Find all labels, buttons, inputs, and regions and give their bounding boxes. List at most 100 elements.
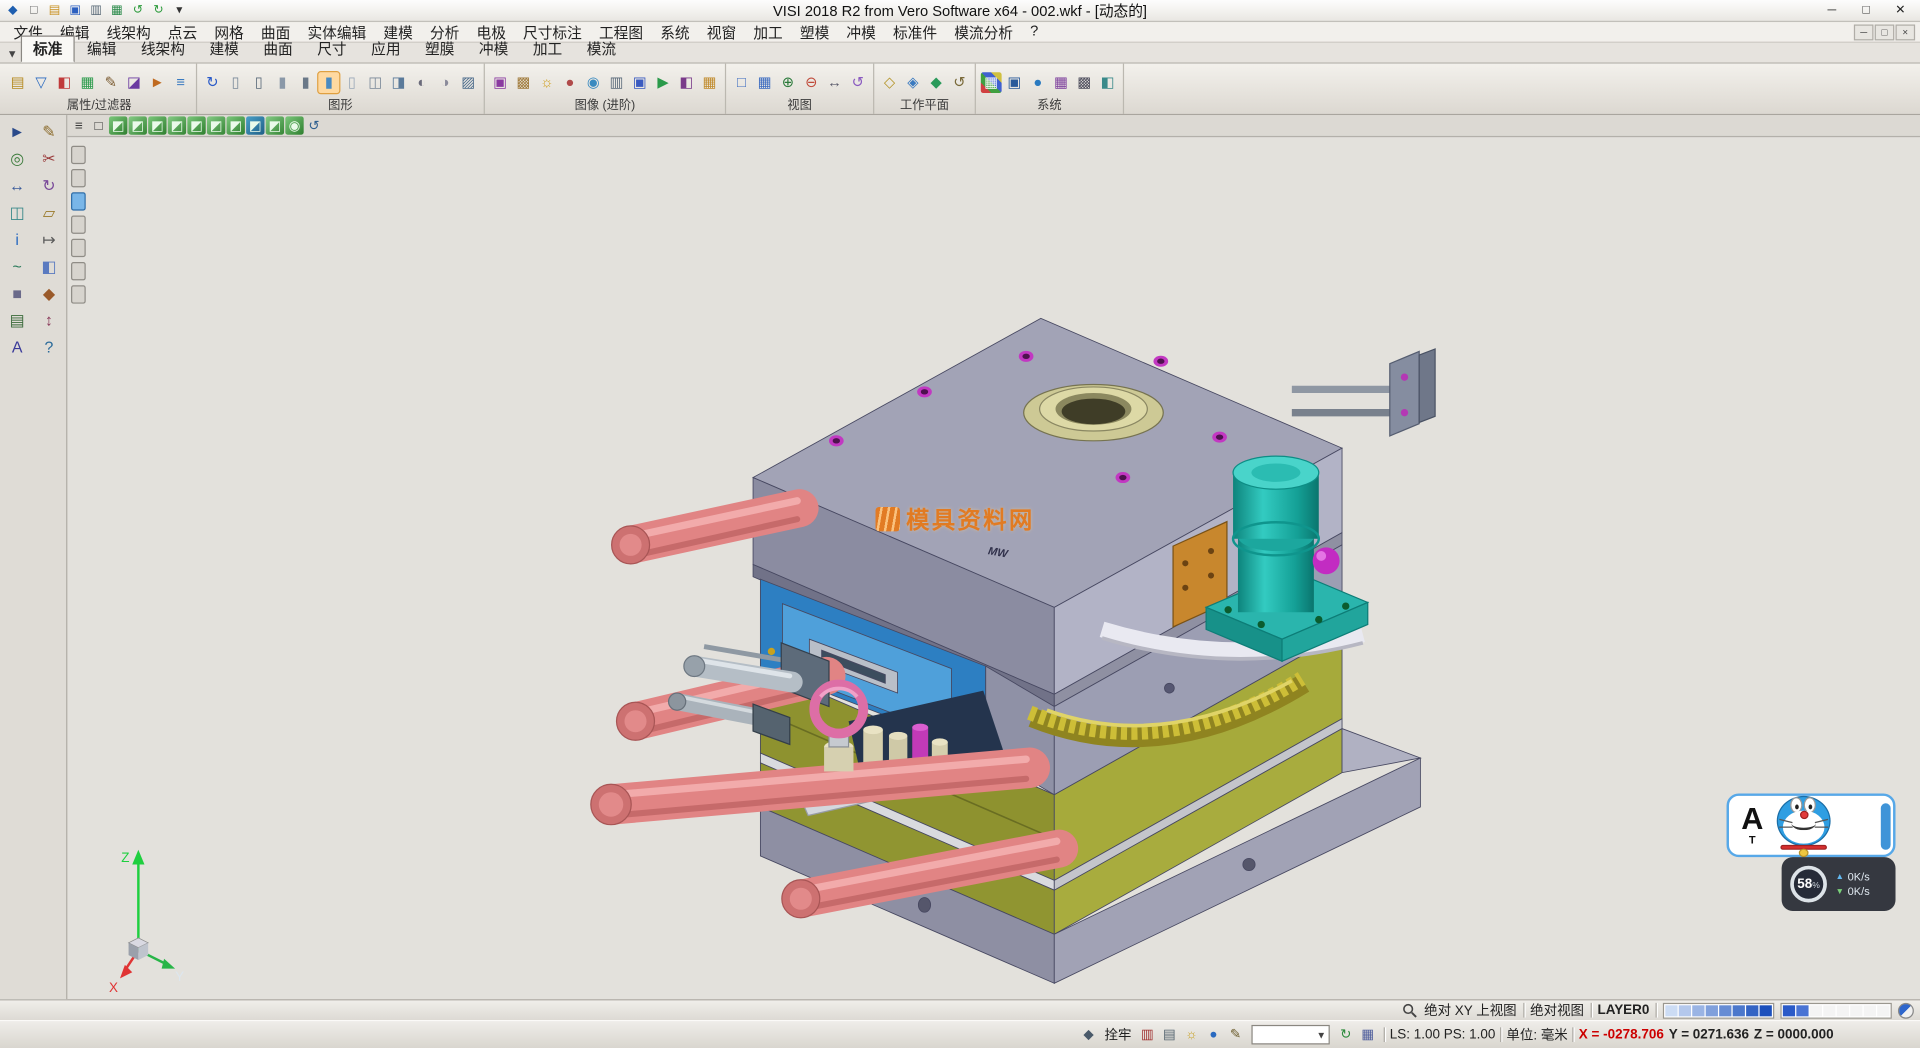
mdi-minimize-button[interactable]: ─ [1854, 24, 1874, 40]
menu-item-15[interactable]: 塑模 [791, 21, 838, 42]
menu-item-16[interactable]: 冲模 [838, 21, 885, 42]
surfaces-icon[interactable]: ◧ [37, 253, 61, 277]
stereo-icon[interactable]: ◧ [676, 72, 697, 93]
dynamic-section-icon[interactable]: ◨ [388, 72, 409, 93]
measure-icon[interactable]: ↦ [37, 227, 61, 251]
pin-icon[interactable]: ◆ [1079, 1025, 1099, 1045]
slide-unit[interactable] [1292, 349, 1435, 436]
clipboard-1-icon[interactable] [70, 146, 85, 164]
selection-combo[interactable]: ▼ [1251, 1025, 1329, 1045]
zoom-out-icon[interactable]: ⊖ [801, 72, 822, 93]
view-front-icon[interactable]: ◩ [148, 116, 166, 134]
shaded-mode-icon[interactable]: ▮ [272, 72, 293, 93]
sensor-ball[interactable] [1313, 547, 1340, 574]
wireframe-mode-icon[interactable]: ▯ [225, 72, 246, 93]
view-back-icon[interactable]: ◩ [207, 116, 225, 134]
color-seg-2[interactable] [1692, 1005, 1704, 1016]
shadow-toggle-icon[interactable]: ◐ [411, 72, 432, 93]
redo-icon[interactable]: ↻ [149, 1, 167, 19]
features-icon[interactable]: ◆ [37, 280, 61, 304]
zoom-fit-icon[interactable]: □ [731, 72, 752, 93]
tab-2[interactable]: 线架构 [129, 36, 198, 63]
view-iso-icon[interactable]: ◩ [109, 116, 127, 134]
attributes-icon[interactable]: ▤ [7, 72, 28, 93]
widget-handle[interactable] [1881, 803, 1891, 850]
clipboard-3-icon[interactable] [70, 192, 85, 210]
layers-icon[interactable]: ▤ [5, 307, 29, 331]
menu-item-17[interactable]: 标准件 [884, 21, 945, 42]
light-toggle-icon[interactable]: ☼ [1182, 1025, 1202, 1045]
color-seg-4[interactable] [1719, 1005, 1731, 1016]
view-iso-2-icon[interactable]: ◩ [246, 116, 264, 134]
snap-icon[interactable]: ◎ [5, 146, 29, 170]
clipboard-7-icon[interactable] [70, 285, 85, 303]
clipboard-5-icon[interactable] [70, 239, 85, 257]
transparent-mode-icon[interactable]: ▯ [342, 72, 363, 93]
tab-3[interactable]: 建模 [197, 36, 251, 63]
color-seg-b-3[interactable] [1823, 1005, 1835, 1016]
color-seg-b-6[interactable] [1864, 1005, 1876, 1016]
mdi-restore-button[interactable]: □ [1875, 24, 1895, 40]
clipboard-6-icon[interactable] [70, 262, 85, 280]
view-single-icon[interactable]: □ [89, 116, 107, 134]
lock-label[interactable]: 拴牢 [1104, 1025, 1131, 1045]
layer-filter-icon[interactable]: ▦ [77, 72, 98, 93]
tab-7[interactable]: 塑膜 [413, 36, 467, 63]
print-icon[interactable]: ▥ [87, 1, 105, 19]
view-iso-3-icon[interactable]: ◩ [266, 116, 284, 134]
screen-config-icon[interactable]: ▥ [1138, 1025, 1158, 1045]
lighting-icon[interactable]: ☼ [536, 72, 557, 93]
menu-item-13[interactable]: 视窗 [698, 21, 745, 42]
texture-icon[interactable]: ▩ [513, 72, 534, 93]
info-icon[interactable]: i [5, 227, 29, 251]
tab-8[interactable]: 冲模 [467, 36, 521, 63]
capture-icon[interactable]: ▥ [606, 72, 627, 93]
viewbar-menu-icon[interactable]: ≡ [70, 116, 88, 134]
locating-ring[interactable] [1024, 384, 1164, 440]
maximize-button[interactable]: □ [1849, 1, 1883, 21]
hq-render-icon[interactable]: ▣ [490, 72, 511, 93]
plot-icon[interactable]: ▦ [108, 1, 126, 19]
edit-geometry-icon[interactable]: ✎ [37, 119, 61, 143]
workplane-icon[interactable]: ◇ [879, 72, 900, 93]
mask-icon[interactable]: ◪ [124, 72, 145, 93]
data-table-icon[interactable]: ▦ [1051, 72, 1072, 93]
printer-icon[interactable]: ▤ [1160, 1025, 1180, 1045]
view-previous-icon[interactable]: ↺ [305, 116, 323, 134]
render-mode-icon[interactable]: ▮ [318, 72, 339, 93]
text-tool-icon[interactable]: A [5, 334, 29, 358]
filter-icon[interactable]: ▽ [31, 72, 52, 93]
tab-9[interactable]: 加工 [521, 36, 575, 63]
color-seg-b-4[interactable] [1837, 1005, 1849, 1016]
edit-toggle-icon[interactable]: ✎ [1226, 1025, 1246, 1045]
erase-icon[interactable]: ✂ [37, 146, 61, 170]
rotate-view-icon[interactable]: ↺ [847, 72, 868, 93]
mdi-close-button[interactable]: × [1896, 24, 1916, 40]
active-layer-label[interactable]: LAYER0 [1597, 1003, 1649, 1018]
view-dynamic-icon[interactable]: ◉ [285, 116, 303, 134]
shaded-edges-mode-icon[interactable]: ▮ [295, 72, 316, 93]
color-seg-0[interactable] [1665, 1005, 1677, 1016]
color-seg-3[interactable] [1706, 1005, 1718, 1016]
scale-icon[interactable]: ▱ [37, 200, 61, 224]
absolute-view-label[interactable]: 绝对视图 [1530, 1000, 1584, 1020]
sphere-toggle-icon[interactable]: ● [1204, 1025, 1224, 1045]
zoom-indicator-icon[interactable] [1402, 1002, 1418, 1018]
workplane-face-icon[interactable]: ◆ [926, 72, 947, 93]
3d-viewport[interactable]: ≡□◩◩◩◩◩◩◩◩◩◉↺ [67, 115, 1920, 999]
color-filter-icon[interactable]: ◧ [54, 72, 75, 93]
color-seg-b-0[interactable] [1783, 1005, 1795, 1016]
tab-4[interactable]: 曲面 [251, 36, 305, 63]
move-icon[interactable]: ↔ [5, 173, 29, 197]
workplane-reset-icon[interactable]: ↺ [949, 72, 970, 93]
attr-list-icon[interactable]: ≡ [170, 72, 191, 93]
workplane-xy-icon[interactable]: ◈ [902, 72, 923, 93]
cube-tool-icon[interactable]: ◧ [1097, 72, 1118, 93]
matrix-icon[interactable]: ▩ [1074, 72, 1095, 93]
undo-icon[interactable]: ↺ [129, 1, 147, 19]
color-table-icon[interactable]: ▦ [981, 72, 1002, 93]
pen-attr-icon[interactable]: ✎ [100, 72, 121, 93]
color-seg-b-7[interactable] [1877, 1005, 1889, 1016]
animation-icon[interactable]: ▶ [653, 72, 674, 93]
view-left-icon[interactable]: ◩ [187, 116, 205, 134]
